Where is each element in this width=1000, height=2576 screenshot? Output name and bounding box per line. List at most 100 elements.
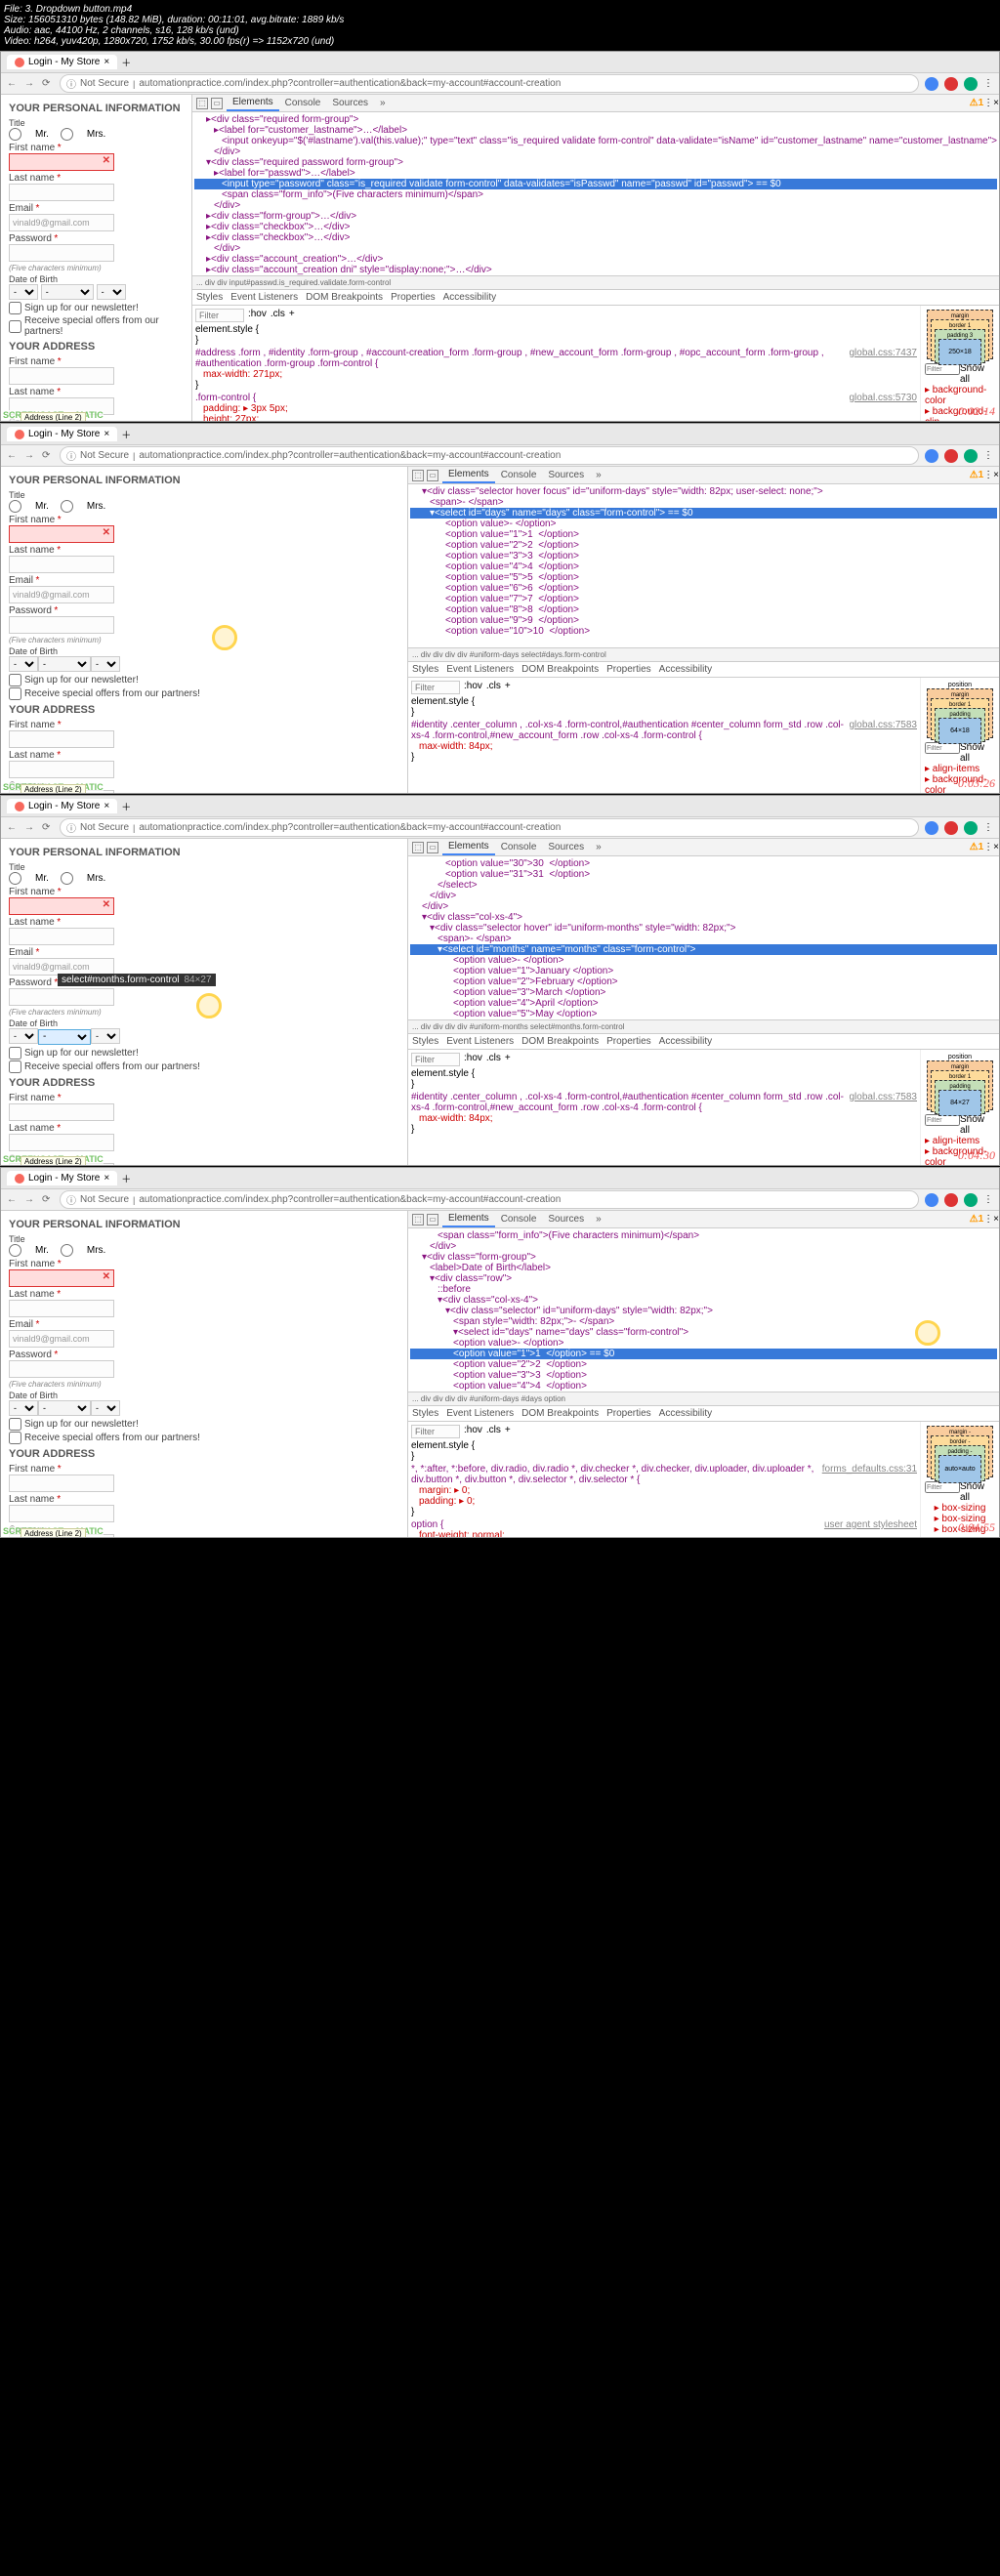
tab-properties[interactable]: Properties xyxy=(603,1036,655,1047)
day-select[interactable]: - xyxy=(9,284,38,300)
month-select[interactable]: - xyxy=(38,1400,91,1416)
year-select[interactable]: - xyxy=(91,1400,120,1416)
addr-firstname-input[interactable] xyxy=(9,1475,114,1492)
tab-styles[interactable]: Styles xyxy=(408,1408,442,1419)
extension-icon[interactable] xyxy=(925,77,938,91)
showall-label[interactable]: Show all xyxy=(960,1481,995,1503)
cls-toggle[interactable]: .cls xyxy=(486,681,501,694)
forward-icon[interactable]: → xyxy=(24,78,36,90)
inspect-icon[interactable]: ⬚ xyxy=(412,842,424,853)
elements-tree[interactable]: ▾<div class="selector hover focus" id="u… xyxy=(408,484,999,647)
elements-tree[interactable]: <option value="30">30 </option><option v… xyxy=(408,856,999,1019)
lastname-input[interactable] xyxy=(9,1300,114,1317)
css-rule[interactable]: max-width: 271px; xyxy=(195,369,282,380)
add-rule-icon[interactable]: + xyxy=(505,1053,511,1066)
elements-tree[interactable]: ▸<div class="required form-group">▸<labe… xyxy=(192,112,999,275)
filter-input[interactable] xyxy=(195,309,244,322)
tab-console[interactable]: Console xyxy=(495,840,543,854)
back-icon[interactable]: ← xyxy=(7,1194,19,1206)
css-link[interactable]: global.css:5730 xyxy=(850,393,918,403)
extension-icon[interactable] xyxy=(964,1193,978,1207)
mr-radio[interactable] xyxy=(9,500,21,513)
box-model[interactable]: marginborder 1padding 3250×18 xyxy=(927,310,993,359)
tab-sources[interactable]: Sources xyxy=(542,840,590,854)
browser-tab[interactable]: Login - My Store× xyxy=(7,55,117,69)
forward-icon[interactable]: → xyxy=(24,1194,36,1206)
showall-label[interactable]: Show all xyxy=(960,742,995,764)
extension-icon[interactable] xyxy=(964,77,978,91)
extension-icon[interactable] xyxy=(944,1193,958,1207)
url-input[interactable]: ⓘNot Secure|automationpractice.com/index… xyxy=(60,818,919,837)
extension-icon[interactable] xyxy=(925,821,938,835)
month-select[interactable]: - xyxy=(38,1029,91,1045)
cls-toggle[interactable]: .cls xyxy=(486,1425,501,1438)
close-icon[interactable]: × xyxy=(104,801,109,811)
styles-rules[interactable]: :hov.cls+ element.style {} forms_default… xyxy=(408,1422,921,1538)
newsletter-checkbox[interactable] xyxy=(9,1418,21,1431)
menu-icon[interactable]: ⋮ xyxy=(983,822,993,833)
tab-more[interactable]: » xyxy=(374,96,392,110)
tab-accessibility[interactable]: Accessibility xyxy=(655,1408,716,1419)
devtools-menu-icon[interactable]: ⋮ xyxy=(983,842,993,852)
css-link[interactable]: global.css:7437 xyxy=(850,348,918,358)
firstname-input[interactable] xyxy=(9,897,114,915)
showall-label[interactable]: Show all xyxy=(960,1114,995,1136)
css-link[interactable]: forms_defaults.css:31 xyxy=(822,1464,917,1475)
hov-toggle[interactable]: :hov xyxy=(464,681,482,694)
tab-sources[interactable]: Sources xyxy=(542,1212,590,1226)
password-input[interactable] xyxy=(9,1360,114,1378)
addr-firstname-input[interactable] xyxy=(9,367,114,385)
tab-dombp[interactable]: DOM Breakpoints xyxy=(518,664,603,675)
tab-elements[interactable]: Elements xyxy=(442,467,495,483)
styles-rules[interactable]: :hov.cls+ element.style {} global.css:75… xyxy=(408,1050,921,1166)
tab-console[interactable]: Console xyxy=(279,96,327,110)
hov-toggle[interactable]: :hov xyxy=(248,309,267,322)
tab-accessibility[interactable]: Accessibility xyxy=(655,1036,716,1047)
password-input[interactable] xyxy=(9,988,114,1006)
close-icon[interactable]: × xyxy=(104,429,109,439)
email-input[interactable] xyxy=(9,1330,114,1348)
cls-toggle[interactable]: .cls xyxy=(271,309,285,322)
dom-breadcrumb[interactable]: ... div div div div #uniform-days #days … xyxy=(408,1392,999,1406)
firstname-input[interactable] xyxy=(9,153,114,171)
extension-icon[interactable] xyxy=(925,449,938,463)
styles-rules[interactable]: :hov.cls+ element.style {} global.css:74… xyxy=(192,306,921,422)
hov-toggle[interactable]: :hov xyxy=(464,1053,482,1066)
month-select[interactable]: - xyxy=(38,656,91,672)
offers-checkbox[interactable] xyxy=(9,320,21,333)
device-icon[interactable]: ▭ xyxy=(427,842,438,853)
addr-lastname-input[interactable] xyxy=(9,761,114,778)
mrs-radio[interactable] xyxy=(61,872,73,885)
password-input[interactable] xyxy=(9,244,114,262)
tab-properties[interactable]: Properties xyxy=(603,664,655,675)
mr-radio[interactable] xyxy=(9,872,21,885)
back-icon[interactable]: ← xyxy=(7,822,19,834)
tab-properties[interactable]: Properties xyxy=(387,292,439,303)
day-select[interactable]: - xyxy=(9,1400,38,1416)
tab-dombp[interactable]: DOM Breakpoints xyxy=(518,1408,603,1419)
day-select[interactable]: - xyxy=(9,1028,38,1044)
devtools-close-icon[interactable]: × xyxy=(993,470,999,480)
showall-label[interactable]: Show all xyxy=(960,363,995,385)
new-tab-icon[interactable]: ＋ xyxy=(121,55,131,69)
dom-breadcrumb[interactable]: ... div div input#passwd.is_required.val… xyxy=(192,275,999,290)
tab-elements[interactable]: Elements xyxy=(227,95,279,111)
inspect-icon[interactable]: ⬚ xyxy=(196,98,208,109)
tab-sources[interactable]: Sources xyxy=(542,468,590,482)
menu-icon[interactable]: ⋮ xyxy=(983,78,993,89)
lastname-input[interactable] xyxy=(9,928,114,945)
box-model[interactable]: margin -border -padding -auto×auto xyxy=(927,1426,993,1477)
menu-icon[interactable]: ⋮ xyxy=(983,450,993,461)
email-input[interactable] xyxy=(9,214,114,231)
tab-dombp[interactable]: DOM Breakpoints xyxy=(302,292,387,303)
css-rule[interactable]: margin: ▸ 0; xyxy=(411,1485,470,1496)
addr-lastname-input[interactable] xyxy=(9,1134,114,1151)
cls-toggle[interactable]: .cls xyxy=(486,1053,501,1066)
css-rule[interactable]: padding: ▸ 3px 5px; xyxy=(195,403,288,414)
tab-more[interactable]: » xyxy=(590,840,607,854)
addr-firstname-input[interactable] xyxy=(9,730,114,748)
close-icon[interactable]: × xyxy=(104,57,109,67)
css-rule[interactable]: max-width: 84px; xyxy=(411,741,493,752)
tab-accessibility[interactable]: Accessibility xyxy=(655,664,716,675)
forward-icon[interactable]: → xyxy=(24,822,36,834)
